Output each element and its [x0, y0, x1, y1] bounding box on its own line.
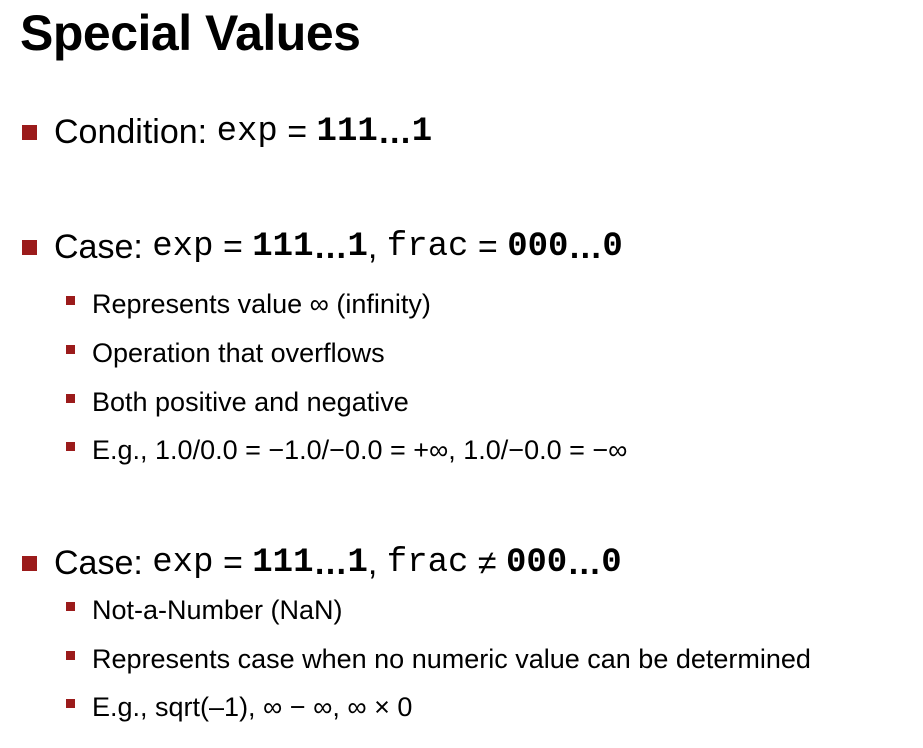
case-frac-end: 0: [602, 228, 623, 266]
condition-label: Condition:: [54, 112, 208, 151]
case-nan-bullet: Case: exp = 111 … 1 , frac ≠ 000 … 0: [22, 541, 622, 585]
case-exp-ellipsis: …: [313, 543, 348, 582]
list-item: Represents value ∞ (infinity): [66, 287, 431, 321]
case-field-exp: exp: [152, 228, 214, 266]
list-item: E.g., 1.0/0.0 = −1.0/−0.0 = +∞, 1.0/−0.0…: [66, 433, 627, 467]
case-comma: ,: [367, 227, 378, 266]
case-comma: ,: [367, 543, 378, 582]
bullet-square-icon: [22, 239, 37, 255]
sub-bullet-square-icon: [66, 441, 75, 451]
list-item-text: Operation that overflows: [92, 337, 385, 368]
case-operator: ≠: [477, 543, 497, 582]
list-item: Represents case when no numeric value ca…: [66, 642, 811, 676]
list-item-text: E.g., sqrt(–1), ∞ − ∞, ∞ × 0: [92, 691, 413, 722]
case-exp-end: 1: [347, 544, 368, 582]
case-exp-digits: 111: [252, 228, 314, 266]
list-item-text: Both positive and negative: [92, 386, 409, 417]
slide-title: Special Values: [20, 5, 361, 61]
case-infinity-bullet: Case: exp = 111 … 1 , frac = 000 … 0: [22, 225, 623, 269]
case-frac-digits: 000: [507, 228, 569, 266]
case-operator: =: [222, 227, 243, 266]
bullet-square-icon: [22, 124, 37, 140]
list-item: Not-a-Number (NaN): [66, 593, 343, 627]
case-field-frac: frac: [386, 228, 469, 266]
sub-bullet-square-icon: [66, 601, 75, 611]
case-frac-ellipsis: …: [567, 543, 602, 582]
case-operator: =: [477, 227, 498, 266]
case-label: Case:: [54, 543, 143, 582]
bullet-square-icon: [22, 555, 37, 571]
condition-value-digits: 111: [316, 113, 378, 151]
list-item-text: Represents value ∞ (infinity): [92, 288, 431, 319]
case-exp-digits: 111: [252, 544, 314, 582]
case-frac-digits: 000: [506, 544, 568, 582]
list-item: E.g., sqrt(–1), ∞ − ∞, ∞ × 0: [66, 690, 412, 724]
case-label: Case:: [54, 227, 143, 266]
condition-value-ellipsis: …: [377, 112, 412, 151]
condition-operator: =: [287, 112, 308, 151]
condition-value-end: 1: [411, 113, 433, 151]
list-item: Both positive and negative: [66, 385, 409, 419]
list-item-text: Not-a-Number (NaN): [92, 594, 343, 625]
sub-bullet-square-icon: [66, 393, 75, 403]
list-item-text: E.g., 1.0/0.0 = −1.0/−0.0 = +∞, 1.0/−0.0…: [92, 434, 628, 465]
case-exp-end: 1: [347, 228, 368, 266]
case-frac-ellipsis: …: [568, 227, 603, 266]
case-exp-ellipsis: …: [313, 227, 348, 266]
case-frac-end: 0: [601, 544, 622, 582]
sub-bullet-square-icon: [66, 650, 75, 660]
condition-bullet: Condition: exp = 111 … 1: [22, 110, 432, 154]
sub-bullet-square-icon: [66, 295, 75, 305]
sub-bullet-square-icon: [66, 698, 75, 708]
list-item: Operation that overflows: [66, 336, 385, 370]
condition-field: exp: [216, 113, 278, 151]
list-item-text: Represents case when no numeric value ca…: [92, 643, 811, 674]
sub-bullet-square-icon: [66, 344, 75, 354]
case-operator: =: [222, 543, 243, 582]
case-field-exp: exp: [152, 544, 214, 582]
case-field-frac: frac: [386, 544, 469, 582]
